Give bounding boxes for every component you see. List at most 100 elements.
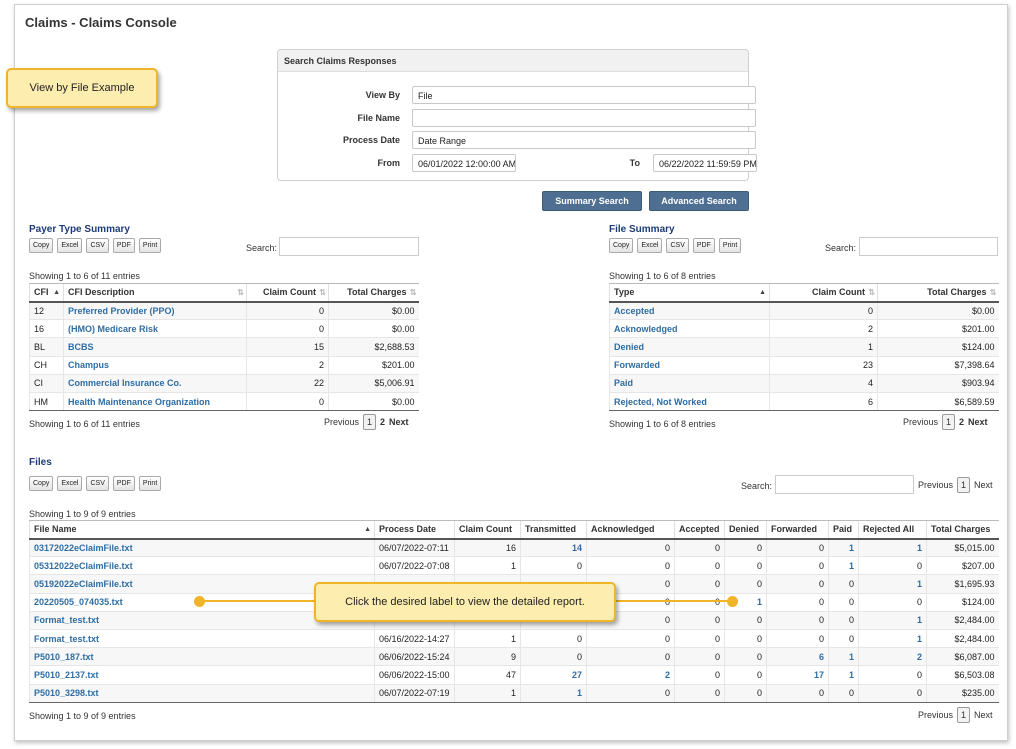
file-name-link[interactable]: P5010_2137.txt bbox=[34, 670, 99, 680]
advanced-search-button[interactable]: Advanced Search bbox=[649, 191, 749, 211]
copy-button[interactable]: Copy bbox=[29, 476, 54, 491]
col-header-paid[interactable]: Paid bbox=[828, 520, 859, 540]
cfi-description-link[interactable]: BCBS bbox=[68, 342, 94, 352]
col-header-rejected-all[interactable]: Rejected All bbox=[858, 520, 927, 540]
file-name-link[interactable]: 05312022eClaimFile.txt bbox=[34, 561, 133, 571]
col-header-type[interactable]: Type bbox=[609, 283, 770, 303]
process-date-select[interactable]: Date Range bbox=[412, 131, 756, 149]
col-header-total-charges[interactable]: Total Charges bbox=[926, 520, 999, 540]
cfi-description-link[interactable]: Commercial Insurance Co. bbox=[68, 378, 182, 388]
rejected-all-link[interactable]: 1 bbox=[917, 615, 922, 625]
paid-link[interactable]: 1 bbox=[849, 652, 854, 662]
print-button[interactable]: Print bbox=[138, 238, 162, 253]
next-page-link[interactable]: Next bbox=[968, 417, 988, 427]
col-header-forwarded[interactable]: Forwarded bbox=[766, 520, 829, 540]
excel-button[interactable]: Excel bbox=[57, 238, 83, 253]
transmitted-link[interactable]: 14 bbox=[572, 543, 582, 553]
denied-link[interactable]: 1 bbox=[757, 597, 762, 607]
total-charges-cell: $201.00 bbox=[328, 356, 419, 375]
print-button[interactable]: Print bbox=[718, 238, 742, 253]
forwarded-link[interactable]: 17 bbox=[814, 670, 824, 680]
rejected-all-link[interactable]: 2 bbox=[917, 652, 922, 662]
col-header-total-charges[interactable]: Total Charges bbox=[877, 283, 999, 303]
next-page-link[interactable]: Next bbox=[389, 417, 409, 427]
previous-page-link[interactable]: Previous bbox=[918, 480, 953, 490]
col-header-cfi-description[interactable]: CFI Description bbox=[63, 283, 247, 303]
from-date-input[interactable]: 06/01/2022 12:00:00 AM bbox=[412, 154, 516, 172]
file-summary-search-input[interactable] bbox=[859, 237, 998, 256]
files-search-input[interactable] bbox=[775, 475, 914, 494]
acknowledged-link[interactable]: 2 bbox=[665, 670, 670, 680]
previous-page-link[interactable]: Previous bbox=[903, 417, 938, 427]
col-header-file-name[interactable]: File Name bbox=[29, 520, 375, 540]
forwarded-link[interactable]: 6 bbox=[819, 652, 824, 662]
file-name-link[interactable]: P5010_187.txt bbox=[34, 652, 94, 662]
table-row: 05312022eClaimFile.txt 06/07/2022-07:08 1 0… bbox=[29, 556, 999, 576]
paid-link[interactable]: 1 bbox=[849, 561, 854, 571]
file-name-link[interactable]: 05192022eClaimFile.txt bbox=[34, 579, 133, 589]
paid-link[interactable]: 1 bbox=[849, 670, 854, 680]
file-name-link[interactable]: Format_test.txt bbox=[34, 634, 99, 644]
file-name-link[interactable]: 03172022eClaimFile.txt bbox=[34, 543, 133, 553]
copy-button[interactable]: Copy bbox=[609, 238, 634, 253]
transmitted-link[interactable]: 1 bbox=[577, 688, 582, 698]
cfi-description-link[interactable]: (HMO) Medicare Risk bbox=[68, 324, 158, 334]
col-header-accepted[interactable]: Accepted bbox=[674, 520, 725, 540]
view-by-select[interactable]: File bbox=[412, 86, 756, 104]
col-header-total-charges[interactable]: Total Charges bbox=[328, 283, 419, 303]
cfi-description-link[interactable]: Champus bbox=[68, 360, 109, 370]
col-header-claim-count[interactable]: Claim Count bbox=[769, 283, 878, 303]
next-page-link[interactable]: Next bbox=[974, 710, 993, 720]
file-name-link[interactable]: P5010_3298.txt bbox=[34, 688, 99, 698]
previous-page-link[interactable]: Previous bbox=[918, 710, 953, 720]
previous-page-link[interactable]: Previous bbox=[324, 417, 359, 427]
paid-cell: 0 bbox=[828, 684, 859, 703]
type-link[interactable]: Paid bbox=[614, 378, 633, 388]
rejected-all-link[interactable]: 1 bbox=[917, 543, 922, 553]
excel-button[interactable]: Excel bbox=[57, 476, 83, 491]
process-date-cell: 06/07/2022-07:08 bbox=[374, 556, 455, 576]
csv-button[interactable]: CSV bbox=[86, 238, 109, 253]
cfi-description-link[interactable]: Preferred Provider (PPO) bbox=[68, 306, 175, 316]
csv-button[interactable]: CSV bbox=[666, 238, 689, 253]
cfi-description-link[interactable]: Health Maintenance Organization bbox=[68, 397, 210, 407]
file-name-link[interactable]: Format_test.txt bbox=[34, 615, 99, 625]
type-link[interactable]: Denied bbox=[614, 342, 644, 352]
csv-button[interactable]: CSV bbox=[86, 476, 109, 491]
summary-search-button[interactable]: Summary Search bbox=[542, 191, 642, 211]
transmitted-link[interactable]: 27 bbox=[572, 670, 582, 680]
excel-button[interactable]: Excel bbox=[637, 238, 663, 253]
paid-link[interactable]: 1 bbox=[849, 543, 854, 553]
type-link[interactable]: Accepted bbox=[614, 306, 655, 316]
payer-search-input[interactable] bbox=[279, 237, 419, 256]
rejected-all-link[interactable]: 1 bbox=[917, 634, 922, 644]
page-1-button[interactable]: 1 bbox=[957, 477, 971, 493]
paid-cell: 1 bbox=[828, 556, 859, 576]
page-1-button[interactable]: 1 bbox=[363, 414, 377, 430]
claim-count-cell: 0 bbox=[769, 301, 878, 321]
file-name-input[interactable] bbox=[412, 109, 756, 127]
rejected-all-link[interactable]: 1 bbox=[917, 579, 922, 589]
page-1-button[interactable]: 1 bbox=[957, 707, 971, 723]
to-date-input[interactable]: 06/22/2022 11:59:59 PM bbox=[653, 154, 757, 172]
pdf-button[interactable]: PDF bbox=[692, 238, 715, 253]
col-header-denied[interactable]: Denied bbox=[724, 520, 767, 540]
print-button[interactable]: Print bbox=[138, 476, 162, 491]
col-header-process-date[interactable]: Process Date bbox=[374, 520, 455, 540]
col-header-claim-count[interactable]: Claim Count bbox=[454, 520, 521, 540]
col-header-acknowledged[interactable]: Acknowledged bbox=[586, 520, 675, 540]
type-link[interactable]: Acknowledged bbox=[614, 324, 678, 334]
pdf-button[interactable]: PDF bbox=[112, 476, 135, 491]
col-header-cfi[interactable]: CFI bbox=[29, 283, 64, 303]
page-2-button[interactable]: 2 bbox=[959, 417, 964, 427]
page-2-button[interactable]: 2 bbox=[380, 417, 385, 427]
file-name-link[interactable]: 20220505_074035.txt bbox=[34, 597, 123, 607]
type-link[interactable]: Rejected, Not Worked bbox=[614, 397, 707, 407]
next-page-link[interactable]: Next bbox=[974, 480, 993, 490]
col-header-transmitted[interactable]: Transmitted bbox=[520, 520, 587, 540]
copy-button[interactable]: Copy bbox=[29, 238, 54, 253]
type-link[interactable]: Forwarded bbox=[614, 360, 660, 370]
pdf-button[interactable]: PDF bbox=[112, 238, 135, 253]
col-header-claim-count[interactable]: Claim Count bbox=[246, 283, 329, 303]
page-1-button[interactable]: 1 bbox=[942, 414, 956, 430]
